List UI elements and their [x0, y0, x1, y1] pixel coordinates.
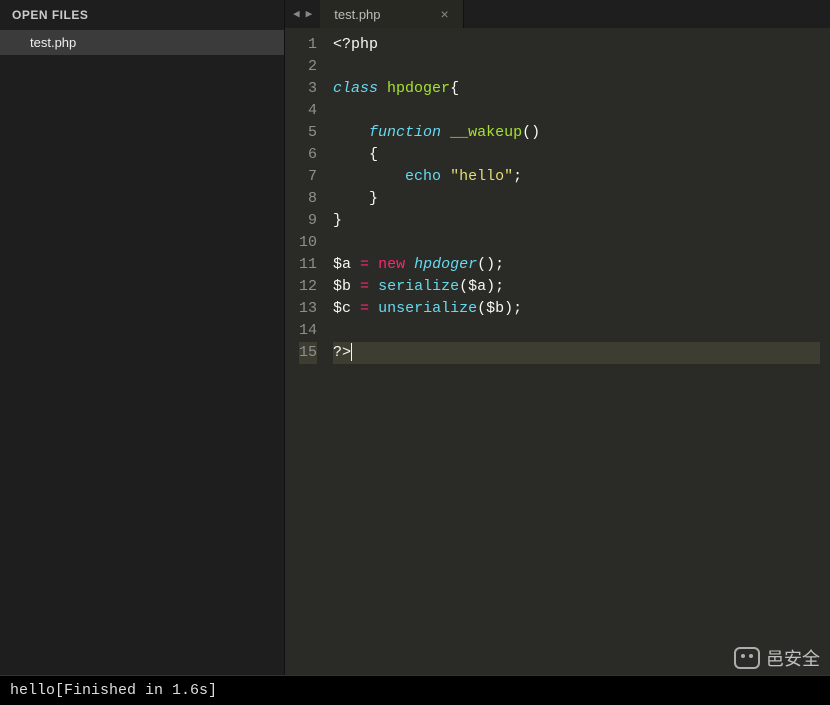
sidebar: OPEN FILES test.php	[0, 0, 285, 675]
gutter-line: 2	[299, 56, 317, 78]
code-line[interactable]	[333, 320, 820, 342]
code-line[interactable]: echo "hello";	[333, 166, 820, 188]
main-area: OPEN FILES test.php ◀ ▶ test.php × 12345…	[0, 0, 830, 675]
tab-next-icon[interactable]: ▶	[306, 7, 313, 21]
gutter-line: 11	[299, 254, 317, 276]
gutter-line: 9	[299, 210, 317, 232]
code-line[interactable]: }	[333, 188, 820, 210]
gutter-line: 7	[299, 166, 317, 188]
code-line[interactable]: $b = serialize($a);	[333, 276, 820, 298]
gutter-line: 6	[299, 144, 317, 166]
editor-pane: ◀ ▶ test.php × 123456789101112131415 <?p…	[285, 0, 830, 675]
gutter-line: 8	[299, 188, 317, 210]
gutter: 123456789101112131415	[285, 28, 327, 675]
code-line[interactable]: function __wakeup()	[333, 122, 820, 144]
text-cursor	[351, 343, 352, 361]
gutter-line: 14	[299, 320, 317, 342]
code-line[interactable]: $a = new hpdoger();	[333, 254, 820, 276]
gutter-line: 3	[299, 78, 317, 100]
open-files-header: OPEN FILES	[0, 0, 284, 30]
code-line[interactable]: class hpdoger{	[333, 78, 820, 100]
code-line[interactable]: {	[333, 144, 820, 166]
gutter-line: 15	[299, 342, 317, 364]
tab-label: test.php	[334, 7, 380, 22]
tab-bar: ◀ ▶ test.php ×	[285, 0, 830, 28]
code-line[interactable]: <?php	[333, 34, 820, 56]
gutter-line: 12	[299, 276, 317, 298]
gutter-line: 1	[299, 34, 317, 56]
gutter-line: 13	[299, 298, 317, 320]
console-output: hello[Finished in 1.6s]	[0, 675, 830, 705]
code-line[interactable]	[333, 56, 820, 78]
watermark-icon	[734, 647, 760, 669]
code-content[interactable]: <?phpclass hpdoger{ function __wakeup() …	[327, 28, 830, 675]
gutter-line: 10	[299, 232, 317, 254]
tab-file[interactable]: test.php ×	[320, 0, 463, 28]
watermark-text: 邑安全	[766, 645, 820, 671]
tab-prev-icon[interactable]: ◀	[293, 7, 300, 21]
code-line[interactable]	[333, 100, 820, 122]
sidebar-item-file[interactable]: test.php	[0, 30, 284, 55]
code-line[interactable]	[333, 232, 820, 254]
code-line[interactable]: ?>	[333, 342, 820, 364]
gutter-line: 5	[299, 122, 317, 144]
code-area[interactable]: 123456789101112131415 <?phpclass hpdoger…	[285, 28, 830, 675]
watermark: 邑安全	[734, 645, 820, 671]
code-line[interactable]: }	[333, 210, 820, 232]
code-line[interactable]: $c = unserialize($b);	[333, 298, 820, 320]
tab-nav: ◀ ▶	[285, 0, 320, 28]
gutter-line: 4	[299, 100, 317, 122]
close-icon[interactable]: ×	[441, 6, 449, 22]
